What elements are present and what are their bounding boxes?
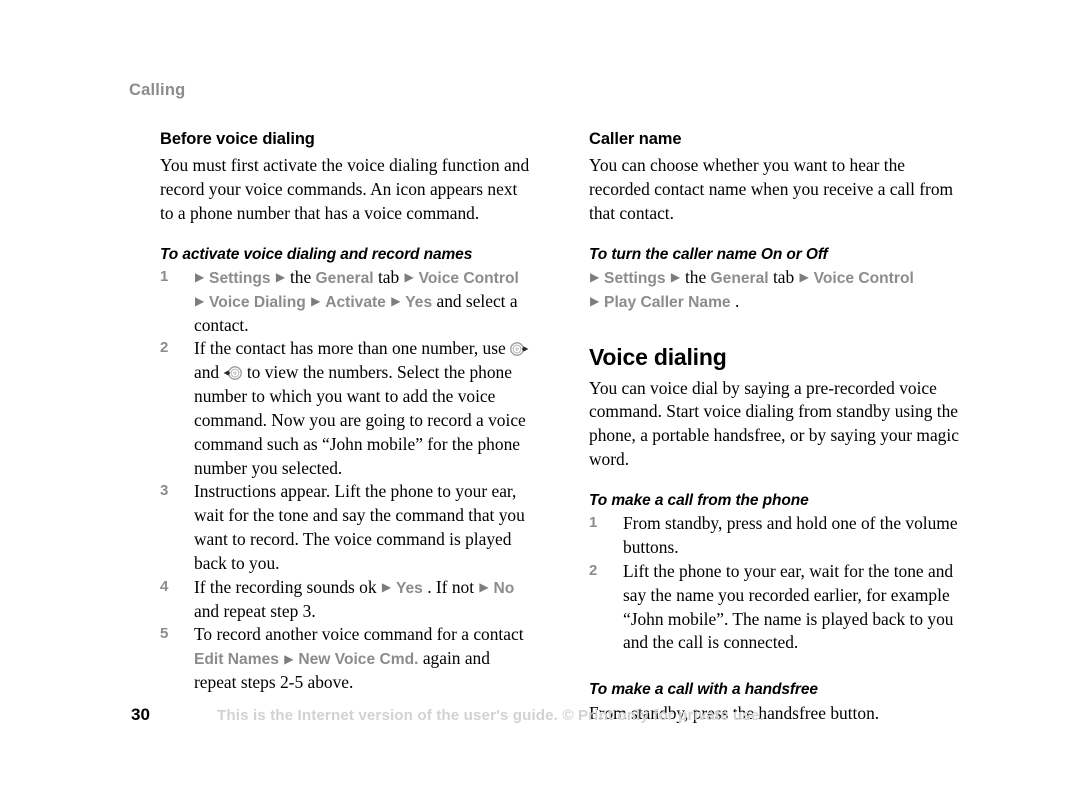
menu-path-marker-icon: ▶ [195, 294, 209, 309]
step-text: If the contact has more than one number,… [194, 338, 529, 478]
step-text: Instructions appear. Lift the phone to y… [194, 481, 525, 573]
step-item: 2 If the contact has more than one number… [160, 337, 532, 480]
step-number: 4 [160, 577, 169, 595]
menu-path-item: General [315, 269, 378, 287]
menu-path-marker-icon: ▶ [590, 270, 604, 285]
step-item: 1 ▶ Settings ▶ the General tab ▶ Voice Co… [160, 266, 532, 338]
step-number: 1 [160, 267, 169, 285]
body-text-run: Instructions appear. Lift the phone to y… [194, 481, 525, 573]
steps-activate-voice-dialing: 1 ▶ Settings ▶ the General tab ▶ Voice Co… [160, 266, 532, 695]
footer-notice: This is the Internet version of the user… [217, 707, 764, 724]
step-number: 5 [160, 625, 169, 643]
right-column: Caller name You can choose whether you w… [589, 130, 961, 725]
page-number: 30 [131, 705, 150, 724]
step-text: ▶ Settings ▶ the General tab ▶ Voice Con… [194, 267, 519, 335]
step-text: If the recording sounds ok ▶ Yes . If no… [194, 577, 514, 621]
menu-path-marker-icon: ▶ [670, 270, 684, 285]
step-text: From standby, press and hold one of the … [623, 513, 958, 557]
menu-path-item: Yes [405, 293, 437, 311]
body-text-run: Lift the phone to your ear, wait for the… [623, 560, 954, 653]
step-item: 2 Lift the phone to your ear, wait for th… [589, 560, 961, 655]
step-item: 1 From standby, press and hold one of the… [589, 512, 961, 560]
step-text: Lift the phone to your ear, wait for the… [623, 561, 954, 653]
body-text-run: the [684, 266, 711, 287]
menu-path-marker-icon: ▶ [284, 651, 298, 666]
step-text: To record another voice command for a co… [194, 624, 524, 692]
heading-caller-name: Caller name [589, 130, 682, 148]
menu-path-marker-icon: ▶ [391, 294, 405, 309]
procedure-heading-make-call-from-phone: To make a call from the phone [589, 491, 809, 509]
before-voice-dialing-intro: You must first activate the voice dialin… [160, 155, 530, 223]
menu-path-item: Yes [395, 579, 428, 597]
body-text-run: . If not [427, 576, 479, 597]
body-text-run: From standby, press and hold one of the … [623, 513, 958, 557]
nav-key-right-icon [510, 342, 529, 357]
menu-path-item: Settings [604, 269, 670, 287]
procedure-heading-turn-caller-name-on-or-off: To turn the caller name On or Off [589, 245, 828, 263]
body-text-run: If the contact has more than one number,… [194, 338, 511, 359]
menu-path-item: Edit Names [194, 651, 284, 669]
menu-path-marker-icon: ▶ [479, 580, 493, 595]
menu-path-item: General [710, 269, 773, 287]
heading-voice-dialing: Voice dialing [589, 343, 727, 370]
nav-key-left-icon [223, 366, 243, 381]
step-item: 3 Instructions appear. Lift the phone to … [160, 480, 532, 575]
heading-before-voice-dialing: Before voice dialing [160, 130, 315, 148]
menu-path-item: Settings [209, 269, 275, 287]
page-footer: 30 This is the Internet version of the u… [0, 703, 1080, 729]
body-text-run: and [194, 362, 224, 383]
menu-path-item: New Voice Cmd. [298, 651, 423, 669]
procedure-heading-make-call-with-handsfree: To make a call with a handsfree [589, 681, 818, 699]
body-text-run: tab [772, 266, 799, 287]
voice-dialing-intro: You can voice dial by saying a pre-recor… [589, 377, 959, 470]
step-number: 1 [589, 514, 598, 532]
menu-path-item: No [493, 579, 515, 597]
menu-path-marker-icon: ▶ [275, 270, 289, 285]
procedure-heading-activate-voice-dialing: To activate voice dialing and record nam… [160, 245, 473, 263]
step-number: 2 [160, 339, 169, 357]
menu-path-marker-icon: ▶ [195, 270, 209, 285]
body-text-run: to view the numbers. Select the phone nu… [194, 362, 526, 478]
menu-path-item: Voice Control [813, 269, 914, 287]
menu-path-marker-icon: ▶ [799, 270, 813, 285]
running-head-calling: Calling [129, 81, 186, 99]
body-text-run: and repeat step 3. [194, 600, 316, 621]
menu-path-item: Play Caller Name [604, 293, 735, 311]
body-text-run: If the recording sounds ok [194, 576, 381, 597]
menu-path-marker-icon: ▶ [381, 580, 395, 595]
step-item: 5 To record another voice command for a c… [160, 623, 532, 695]
menu-path-play-caller-name: ▶ Settings ▶ the General tab ▶ Voice Con… [589, 266, 961, 314]
body-text-run: the [289, 266, 316, 287]
body-text-run: tab [377, 266, 404, 287]
menu-path-marker-icon: ▶ [590, 294, 604, 309]
menu-path-marker-icon: ▶ [404, 270, 418, 285]
caller-name-intro: You can choose whether you want to hear … [589, 155, 954, 223]
steps-make-call-from-phone: 1 From standby, press and hold one of the… [589, 512, 961, 655]
step-number: 2 [589, 561, 598, 579]
menu-path-item: Voice Control [418, 269, 519, 287]
body-text-run: To record another voice command for a co… [194, 624, 524, 645]
menu-path-marker-icon: ▶ [311, 294, 325, 309]
left-column: Before voice dialing You must first acti… [160, 130, 532, 695]
body-text-run: . [734, 290, 740, 311]
step-number: 3 [160, 482, 169, 500]
step-item: 4 If the recording sounds ok ▶ Yes . If n… [160, 576, 532, 624]
menu-path-item: Voice Dialing [209, 293, 311, 311]
menu-path-item: Activate [325, 293, 391, 311]
